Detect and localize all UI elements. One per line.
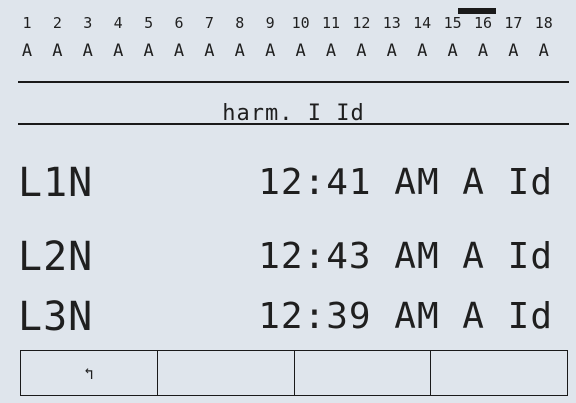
channel-unit-label: A <box>295 41 306 61</box>
channel-number: 15 <box>443 14 462 32</box>
channel-number: 12 <box>352 14 371 32</box>
channel-1: 1A <box>12 14 42 62</box>
channel-unit-label: A <box>265 41 276 61</box>
channel-17: 17 A <box>498 14 528 62</box>
channel-number: 3 <box>83 14 93 32</box>
harmonics-screen: 1 A 2 A 3 A 4 A 5 A 6 A 7 A 8 A 9 A 10 A 11 A 12 A 13 A 14 A 15 A 16 A 1… <box>0 0 576 403</box>
channel-12: 12 A <box>346 14 376 62</box>
phase-value: 12:43 AM A Id <box>258 236 553 277</box>
phase-row-l1n: L1N 12:41 AM A Id <box>18 160 553 206</box>
channel-number: 6 <box>174 14 184 32</box>
channel-13: 13 A <box>377 14 407 62</box>
channel-unit-label: A <box>52 41 63 61</box>
channel-unit-label: A <box>113 41 124 61</box>
divider-top <box>18 81 569 83</box>
phase-row-l3n: L3N 12:39 AM A Id <box>18 294 553 340</box>
channel-unit-label: A <box>21 41 33 61</box>
channel-number: 13 <box>382 14 401 32</box>
channel-unit-label: A <box>204 41 215 61</box>
phase-value: 12:39 AM A Id <box>258 296 553 337</box>
channel-number: 4 <box>113 14 123 32</box>
channel-unit-label: A <box>173 41 185 61</box>
channel-11: 11 A <box>316 14 346 62</box>
softkey-bar: ↰ <box>20 350 568 396</box>
channel-9: 9A <box>255 14 285 62</box>
channel-6: 6A <box>164 14 194 62</box>
channel-14: 14 A <box>407 14 437 62</box>
channel-unit-label: A <box>325 41 337 61</box>
channel-number: 16 <box>473 14 493 32</box>
channel-unit-label: A <box>447 41 458 61</box>
softkey-3[interactable] <box>295 351 432 395</box>
channel-10: 10 A <box>286 14 316 62</box>
channel-8: 8A <box>225 14 255 62</box>
phase-label: L2N <box>18 234 94 280</box>
channel-unit-label: A <box>356 41 367 61</box>
back-softkey[interactable]: ↰ <box>21 351 158 395</box>
channel-number: 2 <box>52 14 62 32</box>
phase-label: L3N <box>18 294 94 340</box>
phase-label: L1N <box>18 160 94 206</box>
channel-unit-label: A <box>538 41 549 61</box>
channel-strip: 1 A 2 A 3 A 4 A 5 A 6 A 7 A 8 A 9 A 10 A 11 A 12 A 13 A 14 A 15 A 16 A 1… <box>18 8 568 74</box>
channel-number: 1 <box>22 14 32 32</box>
divider-bottom <box>18 123 569 125</box>
channel-7: 7A <box>194 14 224 62</box>
channel-number: 17 <box>504 14 523 32</box>
channel-3: 3A <box>73 14 103 62</box>
channel-number: 10 <box>291 14 310 32</box>
channel-5: 5A <box>134 14 164 62</box>
phase-row-l2n: L2N 12:43 AM A Id <box>18 234 553 280</box>
channel-unit-label: A <box>386 41 397 61</box>
channel-unit-label: A <box>417 41 428 61</box>
channel-number: 11 <box>321 14 341 32</box>
channel-number: 18 <box>534 14 553 32</box>
softkey-2[interactable] <box>158 351 295 395</box>
channel-unit-label: A <box>82 41 93 61</box>
channel-number: 9 <box>265 14 275 32</box>
page-title: harm. I Id <box>222 101 365 126</box>
channel-unit-label: A <box>234 41 245 61</box>
channel-unit-label: A <box>508 41 519 61</box>
channel-number: 14 <box>413 14 432 32</box>
channel-16: 16 A <box>468 14 498 62</box>
channel-number: 8 <box>235 14 245 32</box>
channel-unit-label: A <box>477 41 489 61</box>
softkey-4[interactable] <box>431 351 567 395</box>
channel-2: 2A <box>42 14 72 62</box>
phase-value: 12:41 AM A Id <box>258 162 553 203</box>
channel-unit-label: A <box>143 41 154 61</box>
channel-15: 15 A <box>438 14 468 62</box>
channel-4: 4A <box>103 14 133 62</box>
channel-18: 18 A <box>529 14 559 62</box>
channel-number: 5 <box>144 14 154 32</box>
channel-number: 7 <box>204 14 214 32</box>
